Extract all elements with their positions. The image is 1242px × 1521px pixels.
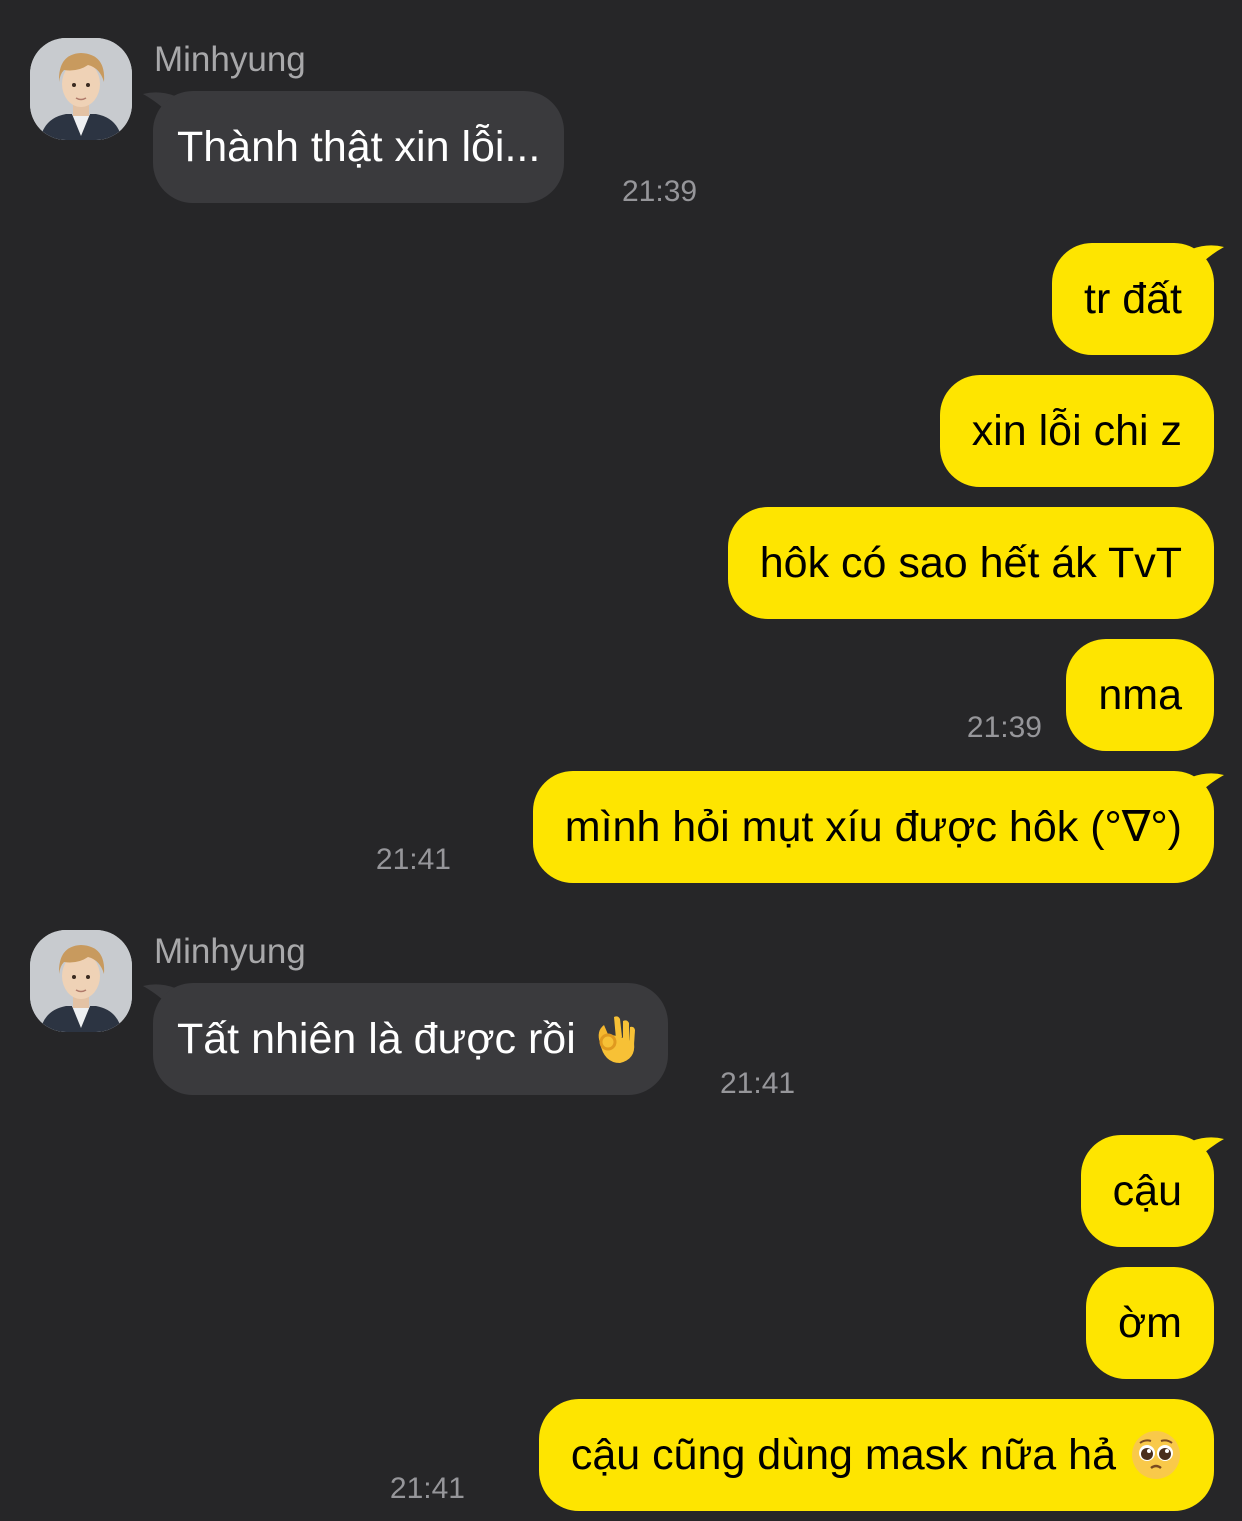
message-text: hôk có sao hết ák TvT [759, 539, 1182, 587]
message-timestamp: 21:41 [720, 1067, 796, 1100]
avatar[interactable] [30, 930, 132, 1032]
message-text: xin lỗi chi z [971, 407, 1182, 455]
avatar[interactable] [30, 38, 132, 140]
profile-photo-icon [30, 930, 132, 1032]
message-bubble[interactable]: Tất nhiên là được rồi [153, 983, 668, 1095]
message-text: ờm [1117, 1299, 1182, 1347]
message-bubble[interactable]: ờm [1085, 1267, 1214, 1379]
message-bubble[interactable]: cậu [1080, 1135, 1214, 1247]
message-bubble[interactable]: Thành thật xin lỗi... [153, 91, 565, 203]
message-timestamp: 21:39 [622, 175, 698, 208]
pleading-face-emoji-icon [1130, 1429, 1182, 1481]
message-timestamp: 21:41 [375, 843, 451, 876]
message-bubble[interactable]: nma [1066, 639, 1214, 751]
message-timestamp: 21:41 [389, 1472, 465, 1505]
message-text: tr đất [1084, 275, 1182, 323]
message-bubble[interactable]: tr đất [1052, 243, 1214, 355]
message-bubble[interactable]: mình hỏi mụt xíu được hôk (°∇°) [532, 771, 1214, 883]
sender-name: Minhyung [154, 40, 306, 79]
message-text: Tất nhiên là được rồi [177, 1015, 576, 1063]
sender-name: Minhyung [154, 932, 306, 971]
ok-hand-emoji-icon [590, 1013, 638, 1065]
message-text: nma [1098, 671, 1182, 719]
message-text: cậu cũng dùng mask nữa hả [570, 1431, 1116, 1479]
message-text: mình hỏi mụt xíu được hôk (°∇°) [564, 803, 1182, 851]
message-timestamp: 21:39 [966, 711, 1042, 744]
profile-photo-icon [30, 38, 132, 140]
message-bubble[interactable]: xin lỗi chi z [939, 375, 1214, 487]
message-text: Thành thật xin lỗi... [177, 123, 541, 171]
message-bubble[interactable]: cậu cũng dùng mask nữa hả [538, 1399, 1214, 1511]
message-bubble[interactable]: hôk có sao hết ák TvT [727, 507, 1214, 619]
message-text: cậu [1112, 1167, 1182, 1215]
